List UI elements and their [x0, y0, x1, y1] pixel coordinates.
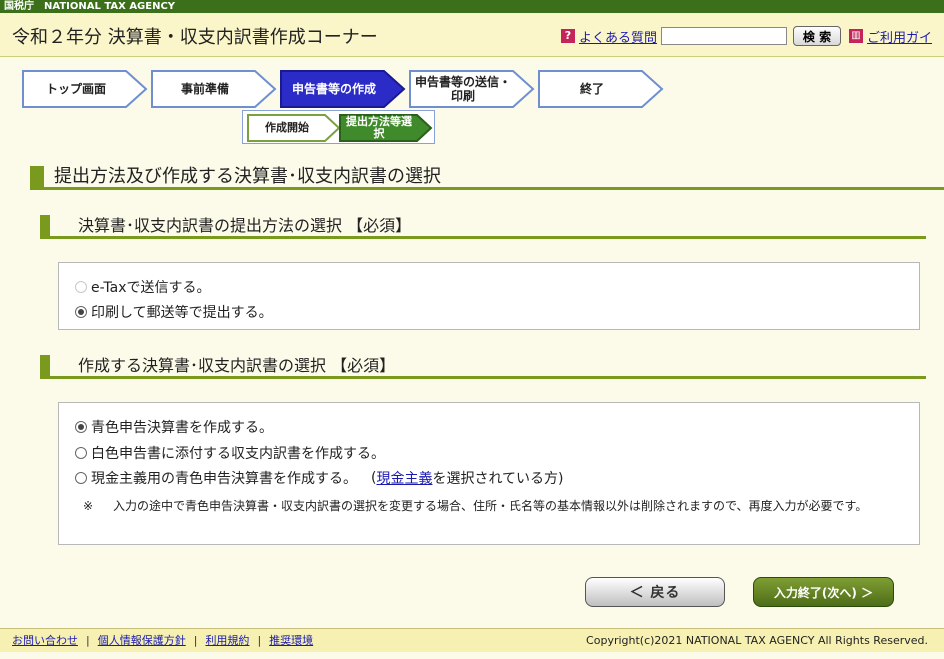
- option-mail-label: 印刷して郵送等で提出する。: [91, 305, 273, 321]
- question-icon[interactable]: ?: [561, 29, 575, 43]
- radio-etax[interactable]: [75, 281, 87, 293]
- radio-white-income[interactable]: [75, 447, 87, 459]
- footer-separator: |: [86, 634, 90, 647]
- substep-start: 作成開始: [247, 114, 341, 142]
- document-type-panel: 青色申告決算書を作成する。 白色申告書に添付する収支内訳書を作成する。 現金主義…: [58, 402, 920, 545]
- guide-link[interactable]: ご利用ガイ: [867, 27, 932, 46]
- option-cash-basis[interactable]: 現金主義用の青色申告決算書を作成する。 (現金主義 を選択されている方): [75, 468, 564, 488]
- cash-basis-link[interactable]: 現金主義: [376, 468, 432, 488]
- footer-link-contact[interactable]: お問い合わせ: [12, 634, 78, 647]
- back-button[interactable]: ＜ 戻る: [585, 577, 725, 607]
- footer-link-environment[interactable]: 推奨環境: [269, 634, 313, 647]
- step-label: トップ画面: [45, 82, 106, 96]
- option-mail[interactable]: 印刷して郵送等で提出する。: [75, 302, 273, 322]
- option-cash-basis-label: 現金主義用の青色申告決算書を作成する。: [91, 471, 357, 487]
- step-label: 事前準備: [180, 82, 229, 96]
- submission-method-panel: e-Taxで送信する。 印刷して郵送等で提出する。: [58, 262, 920, 330]
- option-blue-return[interactable]: 青色申告決算書を作成する。: [75, 417, 273, 437]
- radio-mail[interactable]: [75, 306, 87, 318]
- footer-separator: |: [257, 634, 262, 647]
- step-send-print: 申告書等の送信・印刷: [409, 70, 535, 108]
- footer: お問い合わせ | 個人情報保護方針 | 利用規約 | 推奨環境 Copyright(c)20…: [0, 628, 944, 652]
- agency-name-jp: 国税庁: [4, 1, 34, 12]
- footer-link-privacy[interactable]: 個人情報保護方針: [98, 634, 186, 647]
- step-label: 申告書等の送信・印刷: [414, 75, 511, 103]
- substep-label: 作成開始: [265, 121, 309, 134]
- sub-steps: 作成開始 提出方法等選択: [242, 110, 435, 144]
- book-icon[interactable]: ▥: [849, 29, 864, 43]
- note-text: 入力の途中で青色申告決算書・収支内訳書の選択を変更する場合、住所・氏名等の基本情…: [113, 499, 868, 513]
- option-white-income[interactable]: 白色申告書に添付する収支内訳書を作成する。: [75, 443, 385, 463]
- corner-title: 令和２年分 決算書・収支内訳書作成コーナー: [12, 27, 378, 48]
- search-button[interactable]: 検 索: [793, 26, 842, 46]
- footer-link-terms[interactable]: 利用規約: [205, 634, 249, 647]
- footer-links: お問い合わせ | 個人情報保護方針 | 利用規約 | 推奨環境: [12, 629, 313, 653]
- substep-label: 提出方法等選択: [346, 115, 412, 140]
- option-etax-label: e-Taxで送信する。: [91, 280, 211, 296]
- section1-heading: 決算書･収支内訳書の提出方法の選択 【必須】: [40, 215, 926, 239]
- section2-heading: 作成する決算書･収支内訳書の選択 【必須】: [40, 355, 926, 379]
- step-create: 申告書等の作成: [280, 70, 406, 108]
- next-button[interactable]: 入力終了(次へ) ＞: [753, 577, 894, 607]
- footer-separator: |: [193, 634, 198, 647]
- radio-blue-return[interactable]: [75, 421, 87, 433]
- page-title: 提出方法及び作成する決算書･収支内訳書の選択: [30, 166, 944, 190]
- step-label: 申告書等の作成: [291, 82, 376, 96]
- header-tools: ? よくある質問 検 索 ▥ ご利用ガイ: [561, 26, 932, 46]
- step-label: 終了: [579, 82, 604, 96]
- faq-link[interactable]: よくある質問: [579, 27, 657, 46]
- cash-basis-paren-close: を選択されている方): [432, 471, 564, 487]
- step-top: トップ画面: [22, 70, 148, 108]
- note-mark: ※: [83, 499, 94, 513]
- option-blue-return-label: 青色申告決算書を作成する。: [91, 420, 273, 436]
- step-end: 終了: [538, 70, 664, 108]
- header: 令和２年分 決算書・収支内訳書作成コーナー ? よくある質問 検 索 ▥ ご利用…: [0, 13, 944, 57]
- agency-bar: 国税庁 NATIONAL TAX AGENCY: [0, 0, 944, 13]
- change-warning-note: ※ 入力の途中で青色申告決算書・収支内訳書の選択を変更する場合、住所・氏名等の基…: [83, 499, 913, 514]
- copyright: Copyright(c)2021 NATIONAL TAX AGENCY All…: [586, 634, 928, 647]
- agency-name-en: NATIONAL TAX AGENCY: [44, 1, 176, 12]
- option-white-income-label: 白色申告書に添付する収支内訳書を作成する。: [91, 446, 385, 462]
- option-etax[interactable]: e-Taxで送信する。: [75, 277, 210, 297]
- search-input[interactable]: [661, 27, 788, 45]
- substep-method: 提出方法等選択: [339, 114, 433, 142]
- radio-cash-basis[interactable]: [75, 472, 87, 484]
- step-prep: 事前準備: [151, 70, 277, 108]
